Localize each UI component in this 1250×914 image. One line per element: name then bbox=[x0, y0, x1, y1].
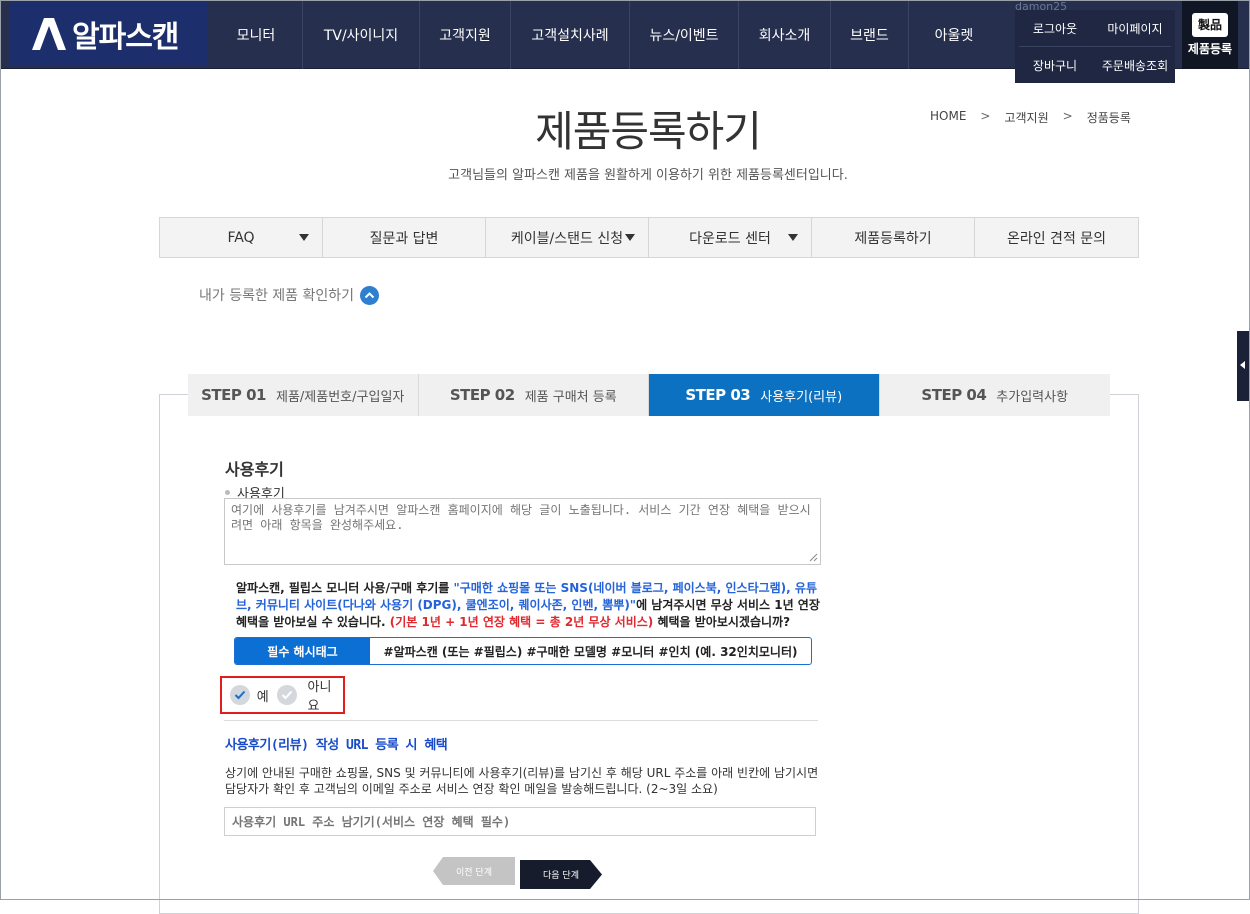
step-tabs: STEP 01 제품/제품번호/구입일자 STEP 02 제품 구매처 등록 S… bbox=[188, 374, 1110, 416]
review-benefit-notice: 알파스캔, 필립스 모니터 사용/구매 후기를 "구매한 쇼핑몰 또는 SNS(… bbox=[236, 580, 826, 631]
prev-step-label: 이전 단계 bbox=[456, 867, 492, 878]
nav-item-monitor[interactable]: 모니터 bbox=[210, 0, 303, 69]
main-nav: 모니터 TV/사이니지 고객지원 고객설치사례 뉴스/이벤트 회사소개 브랜드 … bbox=[210, 0, 999, 69]
logo-a-icon bbox=[32, 18, 66, 50]
nav-item-tv-signage[interactable]: TV/사이니지 bbox=[303, 0, 420, 69]
dropdown-arrow-icon bbox=[299, 234, 309, 241]
review-section-title: 사용후기 bbox=[225, 460, 284, 479]
notice-text: 혜택을 받아보시겠습니까? bbox=[653, 615, 791, 629]
section-divider bbox=[224, 720, 818, 721]
page-title: 제품등록하기 bbox=[535, 107, 762, 156]
step-number: STEP 04 bbox=[921, 386, 987, 404]
side-panel-toggle[interactable] bbox=[1237, 331, 1249, 401]
product-register-shortcut[interactable]: 製品 제품등록 bbox=[1182, 0, 1238, 69]
tab-qna[interactable]: 질문과 답변 bbox=[323, 218, 486, 257]
breadcrumb-registration[interactable]: 정품등록 bbox=[1087, 109, 1131, 126]
page-subtitle: 고객님들의 알파스캔 제품을 원활하게 이용하기 위한 제품등록센터입니다. bbox=[448, 168, 848, 183]
tab-label: 케이블/스탠드 신청 bbox=[510, 230, 624, 247]
logout-link[interactable]: 로그아웃 bbox=[1015, 10, 1095, 46]
review-url-input[interactable] bbox=[224, 807, 816, 836]
nav-item-install-cases[interactable]: 고객설치사례 bbox=[511, 0, 630, 69]
yes-label[interactable]: 예 bbox=[257, 686, 269, 705]
review-textarea[interactable] bbox=[224, 498, 821, 565]
step-4[interactable]: STEP 04 추가입력사항 bbox=[880, 374, 1111, 416]
hashtag-text: #알파스캔 (또는 #필립스) #구매한 모델명 #모니터 #인치 (예. 32… bbox=[383, 644, 798, 659]
dropdown-arrow-icon bbox=[625, 234, 635, 241]
chevron-up-icon bbox=[360, 285, 380, 305]
order-tracking-link[interactable]: 주문배송조회 bbox=[1095, 47, 1175, 83]
nav-item-news-events[interactable]: 뉴스/이벤트 bbox=[630, 0, 739, 69]
my-products-toggle[interactable]: 내가 등록한 제품 확인하기 bbox=[199, 285, 380, 305]
nav-item-outlet[interactable]: 아울렛 bbox=[909, 0, 999, 69]
product-register-icon: 製品 bbox=[1192, 12, 1228, 37]
dropdown-arrow-icon bbox=[788, 234, 798, 241]
step-2[interactable]: STEP 02 제품 구매처 등록 bbox=[419, 374, 649, 416]
step-number: STEP 02 bbox=[449, 386, 515, 404]
notice-text: 알파스캔, 필립스 모니터 사용/구매 후기를 bbox=[236, 581, 454, 595]
nav-item-company[interactable]: 회사소개 bbox=[739, 0, 831, 69]
bullet-icon bbox=[225, 490, 230, 495]
benefit-choice-group: 예 아니요 bbox=[220, 676, 345, 714]
tab-cable-stand-request[interactable]: 케이블/스탠드 신청 bbox=[486, 218, 649, 257]
url-section-title: 사용후기(리뷰) 작성 URL 등록 시 혜택 bbox=[225, 738, 448, 753]
tab-label: FAQ bbox=[227, 229, 255, 246]
breadcrumb-home[interactable]: HOME bbox=[930, 109, 966, 126]
next-step-button[interactable]: 다음 단계 bbox=[520, 860, 602, 889]
breadcrumb-separator-icon: > bbox=[980, 109, 991, 123]
hashtag-label: 필수 해시태그 bbox=[235, 638, 370, 664]
breadcrumb: HOME > 고객지원 > 정품등록 bbox=[930, 109, 1131, 126]
step-3-active[interactable]: STEP 03 사용후기(리뷰) bbox=[649, 374, 880, 416]
prev-step-button[interactable]: 이전 단계 bbox=[433, 857, 515, 885]
url-section-description: 상기에 안내된 구매한 쇼핑몰, SNS 및 커뮤니티에 사용후기(리뷰)를 남… bbox=[225, 766, 819, 796]
tab-faq[interactable]: FAQ bbox=[160, 218, 323, 257]
step-label: 추가입력사항 bbox=[996, 389, 1069, 405]
product-register-label: 제품등록 bbox=[1187, 41, 1233, 56]
nav-item-brand[interactable]: 브랜드 bbox=[831, 0, 909, 69]
tab-label: 질문과 답변 bbox=[369, 230, 439, 247]
no-label[interactable]: 아니요 bbox=[308, 676, 343, 714]
breadcrumb-separator-icon: > bbox=[1062, 109, 1073, 123]
mypage-link[interactable]: 마이페이지 bbox=[1095, 10, 1175, 46]
tab-online-quote[interactable]: 온라인 견적 문의 bbox=[975, 218, 1138, 257]
alphascan-logo[interactable]: 알파스캔 bbox=[10, 2, 207, 66]
no-checkbox[interactable] bbox=[276, 685, 297, 705]
step-number: STEP 03 bbox=[685, 386, 751, 404]
user-menu: 로그아웃 마이페이지 장바구니 주문배송조회 bbox=[1015, 10, 1175, 83]
step-label: 제품/제품번호/구입일자 bbox=[276, 389, 405, 405]
step-number: STEP 01 bbox=[201, 386, 266, 404]
my-products-label: 내가 등록한 제품 확인하기 bbox=[199, 288, 355, 304]
breadcrumb-support[interactable]: 고객지원 bbox=[1004, 109, 1048, 126]
tab-label: 다운로드 센터 bbox=[689, 230, 771, 247]
step-label: 사용후기(리뷰) bbox=[760, 389, 843, 405]
nav-item-support[interactable]: 고객지원 bbox=[420, 0, 511, 69]
next-step-label: 다음 단계 bbox=[543, 871, 579, 881]
tab-label: 제품등록하기 bbox=[854, 230, 932, 247]
yes-checkbox[interactable] bbox=[230, 685, 250, 705]
step-label: 제품 구매처 등록 bbox=[524, 389, 617, 405]
notice-benefit-detail: (기본 1년 + 1년 연장 혜택 = 총 2년 무상 서비스) bbox=[389, 615, 654, 629]
username: damon25 bbox=[1015, 0, 1068, 13]
tab-label: 온라인 견적 문의 bbox=[1006, 230, 1107, 247]
tab-product-registration[interactable]: 제품등록하기 bbox=[812, 218, 975, 257]
resize-grip-icon[interactable] bbox=[808, 552, 818, 562]
tab-download-center[interactable]: 다운로드 센터 bbox=[649, 218, 812, 257]
required-hashtag-box: 필수 해시태그 #알파스캔 (또는 #필립스) #구매한 모델명 #모니터 #인… bbox=[234, 637, 812, 665]
step-1[interactable]: STEP 01 제품/제품번호/구입일자 bbox=[188, 374, 419, 416]
cart-link[interactable]: 장바구니 bbox=[1015, 47, 1095, 83]
logo-text: 알파스캔 bbox=[72, 20, 179, 55]
support-tab-menu: FAQ 질문과 답변 케이블/스탠드 신청 다운로드 센터 제품등록하기 온라인… bbox=[159, 217, 1139, 258]
